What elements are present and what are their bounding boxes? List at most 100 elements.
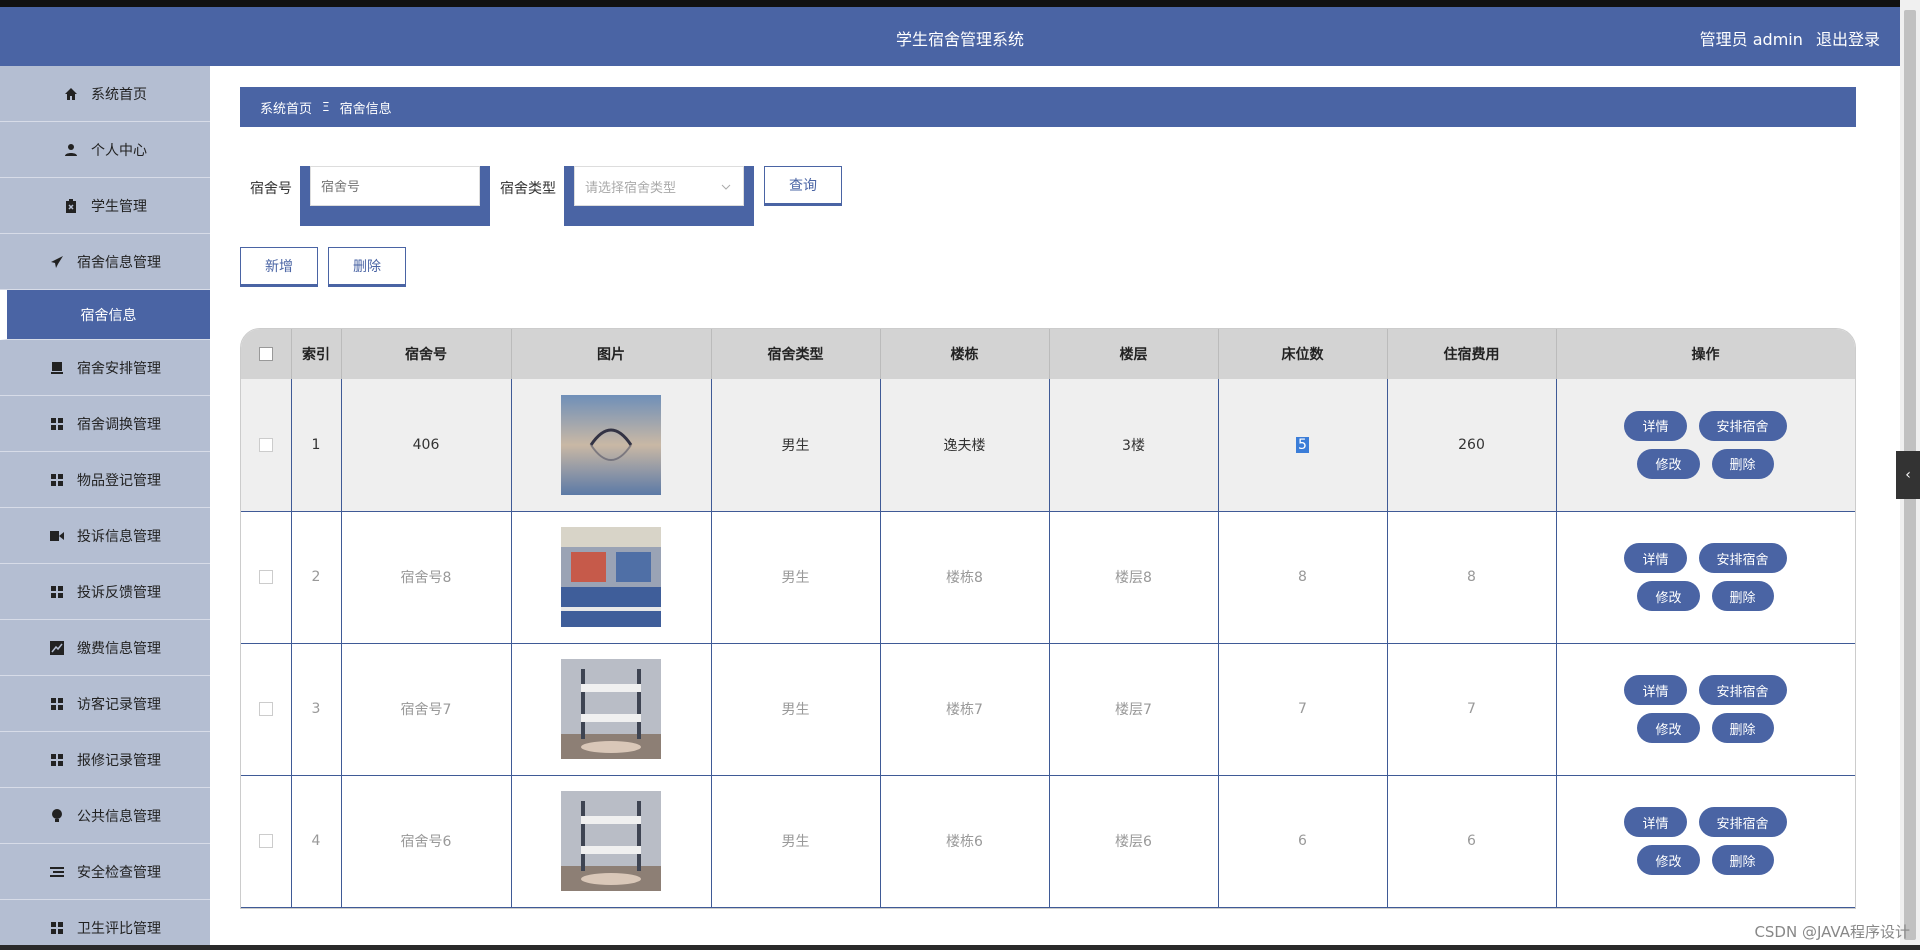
chevron-down-icon <box>721 179 731 194</box>
row-checkbox[interactable] <box>258 437 273 452</box>
detail-button[interactable]: 详情 <box>1624 807 1687 837</box>
col-index: 索引 <box>291 329 342 379</box>
table-row[interactable]: 2 宿舍号8 男生 楼栋8 楼层8 8 8 详情 安排宿舍 修改 删除 <box>241 511 1855 644</box>
sidebar-item-label: 宿舍信息 <box>80 307 137 324</box>
sidebar-item-repairs[interactable]: 报修记录管理 <box>0 732 210 788</box>
cell-beds: 6 <box>1218 775 1388 908</box>
row-checkbox[interactable] <box>258 702 273 716</box>
table-row[interactable]: 3 宿舍号7 男生 楼栋7 楼层7 7 7 详情 安排宿舍 修改 删除 <box>241 643 1855 776</box>
detail-button[interactable]: 详情 <box>1624 410 1687 441</box>
dorm-photo[interactable] <box>561 791 661 891</box>
arrange-button[interactable]: 安排宿舍 <box>1698 410 1787 441</box>
main-content: 系统首页 Ξ 宿舍信息 宿舍号 宿舍类型 请选择宿舍类型 查询 新增 删除 <box>210 66 1900 950</box>
app-title: 学生宿舍管理系统 <box>895 30 1024 49</box>
cell-beds: 5 <box>1296 436 1309 453</box>
cell-type: 男生 <box>711 643 881 776</box>
add-button[interactable]: 新增 <box>240 247 318 287</box>
sidebar-item-label: 系统首页 <box>91 86 147 103</box>
col-beds: 床位数 <box>1218 329 1388 379</box>
delete-button[interactable]: 删除 <box>1711 713 1774 743</box>
sidebar-item-safety[interactable]: 安全检查管理 <box>0 844 210 900</box>
dorm-photo[interactable] <box>561 659 661 759</box>
room-input[interactable] <box>310 166 480 206</box>
cell-building: 楼栋8 <box>880 511 1050 644</box>
collapse-panel-button[interactable]: ‹ <box>1896 451 1920 499</box>
grid-icon <box>49 696 65 712</box>
row-checkbox[interactable] <box>258 570 273 584</box>
col-image: 图片 <box>511 329 712 379</box>
sidebar-item-feedback[interactable]: 投诉反馈管理 <box>0 564 210 620</box>
batch-delete-button[interactable]: 删除 <box>328 247 406 287</box>
table-row[interactable]: 1 406 男生 逸夫楼 3楼 5 260 详情 安排宿舍 修改 删除 <box>241 379 1855 512</box>
edit-button[interactable]: 修改 <box>1637 581 1700 611</box>
chart-icon <box>49 640 65 656</box>
sidebar-item-payments[interactable]: 缴费信息管理 <box>0 620 210 676</box>
sidebar-item-label: 宿舍信息管理 <box>77 254 161 271</box>
type-select[interactable]: 请选择宿舍类型 <box>574 166 744 206</box>
row-actions: 详情 安排宿舍修改 删除 <box>1557 675 1855 743</box>
arrange-button[interactable]: 安排宿舍 <box>1698 543 1787 573</box>
cell-room: 406 <box>341 379 512 512</box>
cell-fee: 260 <box>1387 379 1557 512</box>
arrange-button[interactable]: 安排宿舍 <box>1698 807 1787 837</box>
search-bar: 宿舍号 宿舍类型 请选择宿舍类型 查询 <box>250 166 842 226</box>
type-select-wrapper: 请选择宿舍类型 <box>564 166 754 226</box>
delete-button[interactable]: 删除 <box>1711 448 1774 479</box>
watermark: CSDN @JAVA程序设计 <box>1754 923 1910 941</box>
col-room: 宿舍号 <box>341 329 512 379</box>
sidebar-item-label: 学生管理 <box>91 198 147 215</box>
row-actions: 详情 安排宿舍修改 删除 <box>1557 543 1855 611</box>
dorm-photo[interactable] <box>561 527 661 627</box>
cell-floor: 楼层6 <box>1049 775 1219 908</box>
cell-building: 楼栋7 <box>880 643 1050 776</box>
table-row[interactable]: 4 宿舍号6 男生 楼栋6 楼层6 6 6 详情 安排宿舍 修改 删除 <box>241 775 1855 908</box>
video-icon <box>49 528 65 544</box>
sidebar-item-public-info[interactable]: 公共信息管理 <box>0 788 210 844</box>
edit-button[interactable]: 修改 <box>1637 713 1700 743</box>
delete-button[interactable]: 删除 <box>1711 845 1774 875</box>
list-icon <box>49 864 65 880</box>
detail-button[interactable]: 详情 <box>1624 543 1687 573</box>
cell-room: 宿舍号8 <box>341 511 512 644</box>
cell-room: 宿舍号6 <box>341 775 512 908</box>
breadcrumb-separator: Ξ <box>322 100 330 114</box>
sidebar-item-label: 宿舍安排管理 <box>77 360 161 377</box>
row-checkbox[interactable] <box>258 834 273 848</box>
room-label: 宿舍号 <box>250 181 292 197</box>
breadcrumb-home[interactable]: 系统首页 <box>260 98 312 117</box>
sidebar-item-items[interactable]: 物品登记管理 <box>0 452 210 508</box>
sidebar-item-arrangement[interactable]: 宿舍安排管理 <box>0 340 210 396</box>
sidebar-item-label: 物品登记管理 <box>77 472 161 489</box>
sidebar-item-home[interactable]: 系统首页 <box>0 66 210 122</box>
bulb-icon <box>49 808 65 824</box>
action-bar: 新增 删除 <box>240 247 406 287</box>
user-icon <box>63 142 79 158</box>
cell-room: 宿舍号7 <box>341 643 512 776</box>
delete-button[interactable]: 删除 <box>1711 581 1774 611</box>
home-icon <box>63 86 79 102</box>
cell-type: 男生 <box>711 511 881 644</box>
table-header: 索引 宿舍号 图片 宿舍类型 楼栋 楼层 床位数 住宿费用 操作 <box>241 329 1855 379</box>
sidebar-item-dorm-info-mgmt[interactable]: 宿舍信息管理 <box>0 234 210 290</box>
sidebar-item-swap[interactable]: 宿舍调换管理 <box>0 396 210 452</box>
grid-icon <box>49 584 65 600</box>
admin-label: 管理员 admin <box>1699 30 1803 49</box>
dorm-photo[interactable] <box>561 394 661 495</box>
edit-button[interactable]: 修改 <box>1637 448 1700 479</box>
select-all-checkbox[interactable] <box>258 347 273 361</box>
detail-button[interactable]: 详情 <box>1624 675 1687 705</box>
sidebar-item-complaints[interactable]: 投诉信息管理 <box>0 508 210 564</box>
grid-icon <box>49 416 65 432</box>
sidebar-item-dorm-info[interactable]: 宿舍信息 <box>0 290 210 340</box>
logout-link[interactable]: 退出登录 <box>1816 30 1880 49</box>
cell-fee: 6 <box>1387 775 1557 908</box>
query-button[interactable]: 查询 <box>764 166 842 206</box>
cell-index: 3 <box>291 643 342 776</box>
cell-index: 2 <box>291 511 342 644</box>
sidebar-item-students[interactable]: 学生管理 <box>0 178 210 234</box>
edit-button[interactable]: 修改 <box>1637 845 1700 875</box>
sidebar-item-visitors[interactable]: 访客记录管理 <box>0 676 210 732</box>
sidebar-item-profile[interactable]: 个人中心 <box>0 122 210 178</box>
arrange-button[interactable]: 安排宿舍 <box>1698 675 1787 705</box>
sidebar-item-hygiene[interactable]: 卫生评比管理 <box>0 900 210 950</box>
